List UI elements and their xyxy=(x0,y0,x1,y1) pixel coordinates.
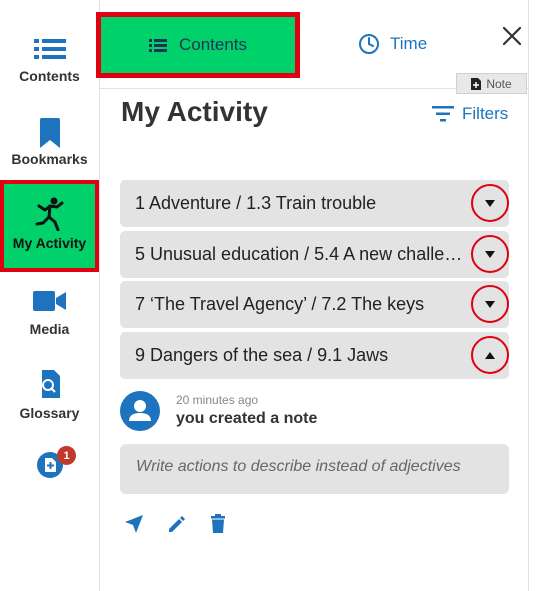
caret-down-icon xyxy=(485,300,495,308)
caret-down-icon xyxy=(485,250,495,258)
sidebar-item-my-activity[interactable]: My Activity xyxy=(0,180,99,272)
activity-row-label: 5 Unusual education / 5.4 A new challeng… xyxy=(135,244,468,264)
activity-row-label: 7 ‘The Travel Agency’ / 7.2 The keys xyxy=(135,294,425,314)
activity-row[interactable]: 9 Dangers of the sea / 9.1 Jaws xyxy=(120,332,509,379)
avatar xyxy=(120,391,160,431)
collapse-toggle[interactable] xyxy=(471,336,509,374)
sidebar: Contents Bookmarks My Activity Media Glo… xyxy=(0,0,100,591)
sidebar-item-label: Media xyxy=(29,321,70,337)
activity-row[interactable]: 7 ‘The Travel Agency’ / 7.2 The keys xyxy=(120,281,509,328)
panel-border xyxy=(528,0,529,591)
close-button[interactable] xyxy=(500,24,524,48)
edit-note-button[interactable] xyxy=(167,514,187,534)
sidebar-item-label: Contents xyxy=(19,68,80,84)
list-icon xyxy=(33,39,66,59)
tab-contents[interactable]: Contents xyxy=(96,12,300,78)
glossary-search-icon xyxy=(41,370,60,398)
note-plus-icon xyxy=(471,77,482,90)
note-action-text: you created a note xyxy=(176,410,318,427)
pencil-icon xyxy=(169,516,185,532)
clock-icon xyxy=(359,34,379,54)
activity-person-icon xyxy=(35,197,63,231)
user-icon xyxy=(129,400,151,421)
filter-icon xyxy=(432,106,454,122)
trash-icon xyxy=(211,514,225,533)
expand-toggle[interactable] xyxy=(471,285,509,323)
filters-label: Filters xyxy=(462,104,509,123)
list-icon xyxy=(148,38,167,52)
activity-row-label: 1 Adventure / 1.3 Train trouble xyxy=(135,193,377,213)
sidebar-item-media[interactable]: Media xyxy=(0,290,99,337)
activity-row[interactable]: 1 Adventure / 1.3 Train trouble xyxy=(120,180,509,227)
sidebar-item-bookmarks[interactable]: Bookmarks xyxy=(0,118,99,167)
sidebar-item-contents[interactable]: Contents xyxy=(0,38,99,84)
activity-row[interactable]: 5 Unusual education / 5.4 A new challeng… xyxy=(120,231,509,278)
page-title: My Activity xyxy=(121,96,268,127)
sidebar-item-label: Glossary xyxy=(19,405,80,421)
tab-label: Contents xyxy=(178,35,248,54)
sidebar-item-glossary[interactable]: Glossary xyxy=(0,370,99,421)
expand-toggle[interactable] xyxy=(471,235,509,273)
bookmark-icon xyxy=(39,118,60,148)
navigate-arrow-icon xyxy=(125,515,143,533)
caret-up-icon xyxy=(485,351,495,359)
delete-note-button[interactable] xyxy=(208,514,228,534)
note-tag-label: Note xyxy=(486,76,512,91)
note-tag[interactable]: Note xyxy=(456,73,527,94)
activity-row-label: 9 Dangers of the sea / 9.1 Jaws xyxy=(135,345,389,365)
tab-time[interactable]: Time xyxy=(358,33,427,55)
filters-button[interactable]: Filters xyxy=(432,104,508,124)
tab-label: Time xyxy=(390,34,428,53)
go-to-location-button[interactable] xyxy=(124,514,144,534)
sidebar-item-label: My Activity xyxy=(12,235,87,251)
notification-badge: 1 xyxy=(57,446,76,465)
video-camera-icon xyxy=(32,291,66,311)
note-content: Write actions to describe instead of adj… xyxy=(120,444,509,494)
close-icon xyxy=(502,26,522,46)
sidebar-item-label: Bookmarks xyxy=(11,151,88,167)
note-timestamp: 20 minutes ago xyxy=(176,393,259,407)
caret-down-icon xyxy=(485,199,495,207)
expand-toggle[interactable] xyxy=(471,184,509,222)
